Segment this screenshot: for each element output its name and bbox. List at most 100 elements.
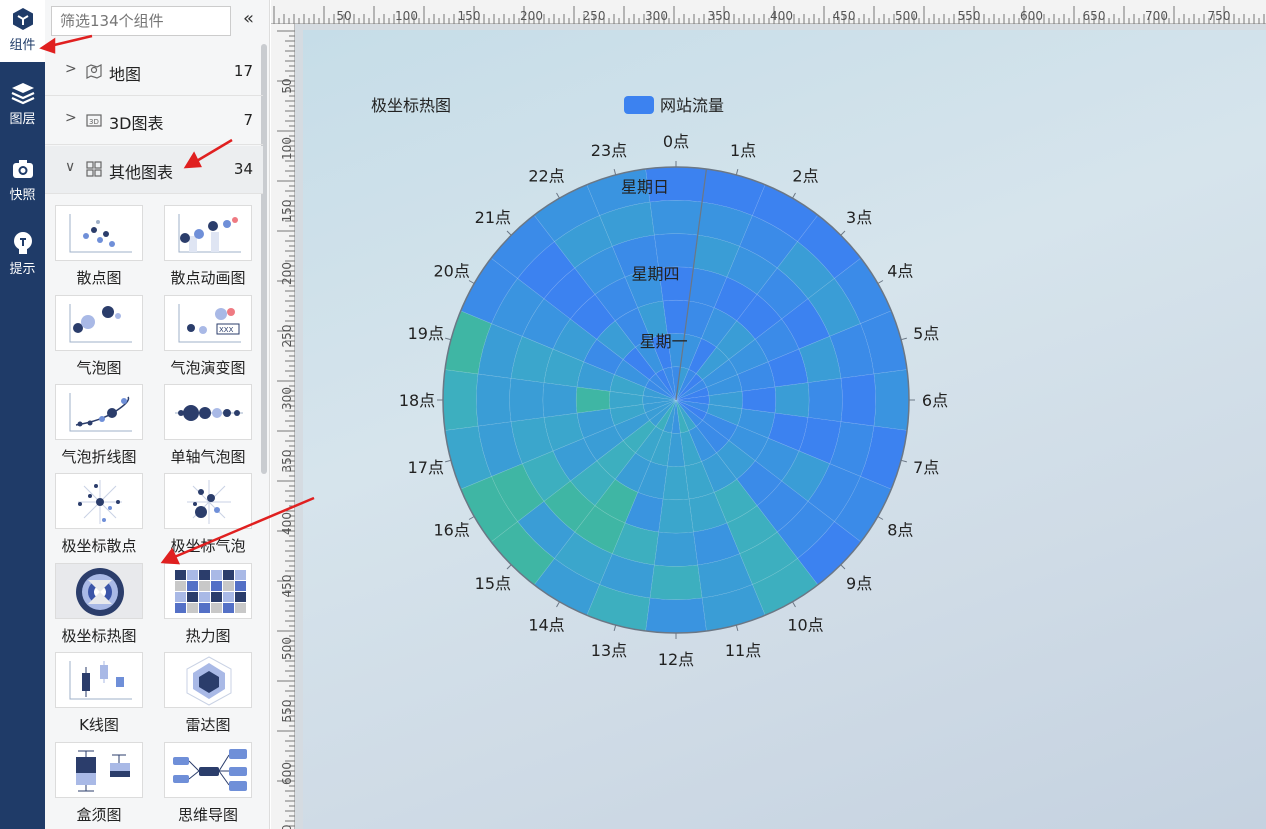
angle-tick (877, 516, 884, 520)
ruler-left-label: 350 (280, 450, 294, 473)
chevron-down-icon: ∨ (65, 159, 76, 175)
angle-label: 23点 (591, 141, 627, 160)
svg-text:3D: 3D (89, 118, 99, 126)
tile-scatter[interactable]: 散点图 (55, 205, 143, 288)
angle-tick (613, 624, 617, 631)
tile-mindmap[interactable]: 思维导图 (164, 742, 252, 825)
scatter-animation-thumb-icon (164, 205, 252, 261)
tile-boxplot[interactable]: 盒须图 (55, 742, 143, 825)
angle-label: 11点 (725, 641, 761, 660)
category-map[interactable]: > 地图 17 (45, 48, 263, 96)
ruler-top[interactable]: 50 100 150 200 250 300 350 400 450 500 550 600 650 70… (271, 0, 1266, 24)
heatmap-cell (542, 382, 578, 418)
ruler-top-label: 100 (395, 9, 418, 23)
left-rail: 组件 图层 快照 提示 (0, 0, 45, 829)
category-map-count: 17 (233, 62, 253, 80)
category-other[interactable]: ∨ 其他图表 34 (45, 146, 263, 194)
angle-tick (556, 192, 560, 199)
rail-layers-label: 图层 (9, 112, 36, 127)
angle-label: 5点 (913, 324, 939, 343)
angle-label: 22点 (528, 167, 564, 186)
rail-tips[interactable]: 提示 (0, 230, 45, 277)
ruler-left-label: 300 (280, 387, 294, 410)
angle-tick (840, 564, 846, 570)
angle-label: 13点 (591, 641, 627, 660)
rail-snapshot-label: 快照 (9, 188, 36, 203)
ruler-left-label: 250 (280, 325, 294, 348)
rail-layers[interactable]: 图层 (0, 80, 45, 127)
tile-boxplot-label: 盒须图 (76, 806, 122, 824)
bubble-evolution-thumb-icon: XXX (164, 295, 252, 351)
single-axis-bubble-thumb-icon (164, 384, 252, 440)
canvas[interactable]: 极坐标热图 网站流量 0点 1点 2点 3点 4点 5点 6点 7点 8点 9点 10点 11点 12点… (303, 30, 1266, 829)
category-3d[interactable]: > 3D 3D图表 7 (45, 97, 263, 145)
tile-bubble[interactable]: 气泡图 (55, 295, 143, 378)
tile-bubble-evolution[interactable]: XXX 气泡演变图 (164, 295, 252, 378)
lightbulb-icon (13, 232, 32, 254)
tile-polar-scatter[interactable]: 极坐标散点 (55, 473, 143, 556)
heatmap-cell (873, 369, 910, 431)
tile-radar-label: 雷达图 (185, 716, 231, 734)
category-other-count: 34 (233, 160, 253, 178)
angle-label: 14点 (528, 615, 564, 634)
grid-icon (86, 161, 102, 177)
angle-tick (877, 280, 884, 284)
rail-snapshot[interactable]: 快照 (0, 156, 45, 203)
scatter-thumb-icon (55, 205, 143, 261)
ruler-top-label: 700 (1145, 9, 1168, 23)
ruler-left-label: 50 (280, 78, 294, 93)
angle-tick (468, 280, 475, 284)
radius-label: 星期四 (631, 265, 679, 284)
bubble-line-thumb-icon (55, 384, 143, 440)
tile-scatter-animation[interactable]: 散点动画图 (164, 205, 252, 288)
radius-label: 星期一 (640, 332, 688, 351)
ruler-left-label: 100 (280, 137, 294, 160)
ruler-left-label: 600 (280, 762, 294, 785)
camera-icon (12, 160, 33, 178)
angle-label: 10点 (787, 615, 823, 634)
angle-tick (735, 169, 739, 176)
angle-label: 16点 (434, 521, 470, 540)
tile-kline[interactable]: K线图 (55, 652, 143, 735)
polar-bubble-thumb-icon (164, 473, 252, 529)
angle-label: 7点 (913, 458, 939, 477)
tile-single-axis-bubble-label: 单轴气泡图 (170, 448, 246, 466)
polar-scatter-thumb-icon (55, 473, 143, 529)
tile-single-axis-bubble[interactable]: 单轴气泡图 (164, 384, 252, 467)
ruler-left-label: 150 (280, 200, 294, 223)
angle-tick (506, 564, 512, 570)
ruler-left-label: 200 (280, 262, 294, 285)
angle-label: 1点 (730, 141, 756, 160)
heatmap-cell (774, 382, 810, 418)
tile-scatter-animation-label: 散点动画图 (170, 269, 246, 287)
heatmap-cell (649, 564, 703, 600)
rail-components[interactable]: 组件 (0, 0, 45, 62)
angle-label: 2点 (792, 167, 818, 186)
heatmap-thumb-icon (164, 563, 252, 619)
tile-polar-bubble[interactable]: 极坐标气泡 (164, 473, 252, 556)
tile-heatmap-label: 热力图 (185, 627, 231, 645)
heatmap-cell (653, 531, 699, 567)
ruler-top-label: 350 (708, 9, 731, 23)
ruler-top-label: 500 (895, 9, 918, 23)
ruler-left-label: 500 (280, 637, 294, 660)
boxplot-thumb-icon (55, 742, 143, 798)
radar-thumb-icon (164, 652, 252, 708)
tile-radar[interactable]: 雷达图 (164, 652, 252, 735)
component-search-input[interactable] (51, 6, 231, 36)
radius-label: 星期日 (621, 178, 669, 197)
ruler-top-label: 750 (1208, 9, 1231, 23)
collapse-panel-icon[interactable]: « (243, 8, 254, 29)
3d-icon: 3D (86, 114, 102, 127)
mindmap-thumb-icon (164, 742, 252, 798)
polar-heatmap-chart[interactable]: 0点 1点 2点 3点 4点 5点 6点 7点 8点 9点 10点 11点 12点 13点 14点 15点 16… (303, 30, 1266, 829)
kline-thumb-icon (55, 652, 143, 708)
tile-bubble-evolution-label: 气泡演变图 (170, 359, 246, 377)
tile-polar-heatmap[interactable]: 极坐标热图 (55, 563, 143, 646)
component-panel: « > 地图 17 > 3D 3D图表 7 ∨ (45, 0, 270, 829)
tile-bubble-line[interactable]: 气泡折线图 (55, 384, 143, 467)
ruler-left[interactable]: 50 100 150 200 250 300 350 400 450 500 550 600 650 (271, 24, 295, 829)
tile-heatmap[interactable]: 热力图 (164, 563, 252, 646)
angle-tick (735, 624, 739, 631)
angle-tick (792, 192, 796, 199)
